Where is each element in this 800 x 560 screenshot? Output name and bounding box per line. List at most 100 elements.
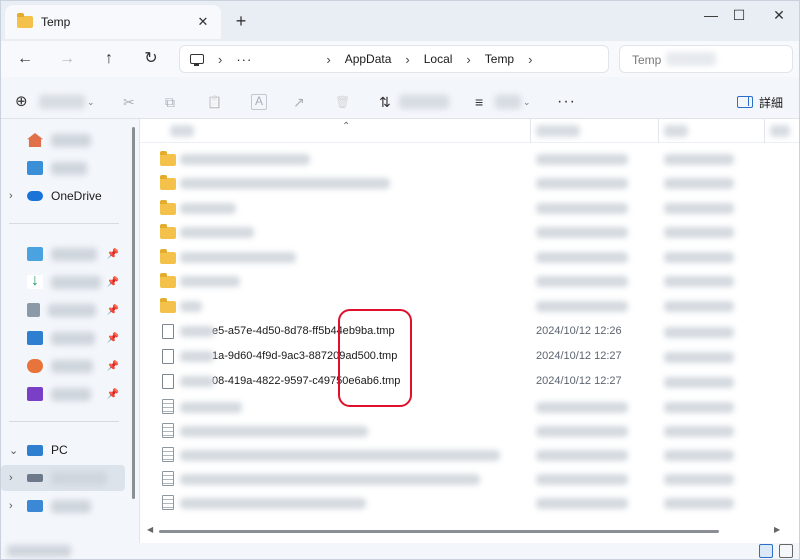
list-item[interactable] <box>140 443 790 467</box>
file-icon <box>162 374 174 389</box>
scroll-left-icon[interactable]: ◀ <box>147 525 153 534</box>
breadcrumb-appdata[interactable]: AppData <box>345 52 392 66</box>
sidebar-label-blurred <box>51 359 93 373</box>
maximize-button[interactable]: ☐ <box>719 1 759 31</box>
rename-button[interactable]: A <box>251 94 267 110</box>
copy-button[interactable]: ⧉ <box>165 91 175 113</box>
pin-icon[interactable]: 📌 <box>107 305 119 316</box>
expand-chevron-icon[interactable]: › <box>9 190 27 202</box>
sidebar-item-music[interactable]: 📌 <box>1 353 125 379</box>
forward-button[interactable]: → <box>55 47 79 71</box>
list-item[interactable] <box>140 147 790 171</box>
sort-ascending-icon: ⌃ <box>342 121 351 132</box>
list-item[interactable] <box>140 269 790 293</box>
address-bar[interactable]: › ··· › AppData › Local › Temp › <box>179 45 609 73</box>
list-item[interactable] <box>140 491 790 515</box>
view-button[interactable]: ≡ <box>475 91 483 113</box>
column-separator[interactable] <box>530 119 531 143</box>
pin-icon[interactable]: 📌 <box>107 249 119 260</box>
details-view-button[interactable] <box>759 544 773 558</box>
pin-icon[interactable]: 📌 <box>107 389 119 400</box>
tab-title: Temp <box>41 15 71 29</box>
new-label-blurred <box>39 95 85 109</box>
list-item[interactable] <box>140 220 790 244</box>
list-item[interactable] <box>140 294 790 318</box>
horizontal-scrollbar[interactable] <box>159 530 719 533</box>
column-header-date[interactable] <box>536 125 580 137</box>
refresh-button[interactable]: ↻ <box>139 47 163 71</box>
sidebar-item-desktop[interactable]: 📌 <box>1 241 125 267</box>
folder-icon <box>160 200 176 215</box>
more-options-button[interactable]: ··· <box>557 91 576 113</box>
list-item[interactable]: e5-a57e-4d50-8d78-ff5b44eb9ba.tmp 2024/1… <box>140 320 790 344</box>
divider <box>9 223 119 224</box>
chevron-down-icon: ⌄ <box>87 97 95 107</box>
new-button[interactable]: ⊕ <box>15 91 28 113</box>
breadcrumb-temp[interactable]: Temp <box>485 52 514 66</box>
sidebar-item-gallery[interactable] <box>1 155 125 181</box>
delete-button[interactable]: 🗑 <box>335 91 350 113</box>
list-item[interactable]: 08-419a-4822-9597-c49750e6ab6.tmp 2024/1… <box>140 370 790 394</box>
column-header-name[interactable] <box>170 125 194 137</box>
close-window-button[interactable]: ✕ <box>759 1 799 31</box>
sidebar-item-local-disk[interactable]: › <box>1 465 125 491</box>
search-input[interactable]: Temp <box>619 45 793 73</box>
tab-temp[interactable]: Temp ✕ <box>5 5 221 39</box>
pin-icon[interactable]: 📌 <box>107 361 119 372</box>
column-header-size[interactable] <box>770 125 790 137</box>
home-icon <box>27 133 43 147</box>
text-file-icon <box>162 495 174 510</box>
cut-button[interactable]: ✂ <box>123 91 135 113</box>
sidebar-label-blurred <box>51 471 107 485</box>
details-button[interactable]: 詳細 <box>759 94 783 111</box>
list-item[interactable] <box>140 245 790 269</box>
chevron-down-icon[interactable]: ⌄ <box>9 444 27 457</box>
breadcrumb-overflow[interactable]: ··· <box>236 52 252 67</box>
picture-icon <box>27 331 43 345</box>
sidebar-item-videos[interactable]: 📌 <box>1 381 125 407</box>
list-item[interactable] <box>140 419 790 443</box>
folder-icon <box>160 298 176 313</box>
sidebar-scrollbar[interactable] <box>132 127 135 499</box>
list-item[interactable] <box>140 171 790 195</box>
file-date: 2024/10/12 12:27 <box>536 375 622 387</box>
paste-button[interactable]: 📋 <box>207 91 222 113</box>
download-icon: ↓ <box>27 273 43 289</box>
up-button[interactable]: ↑ <box>97 47 121 71</box>
sidebar-item-network[interactable]: › <box>1 493 125 519</box>
folder-icon <box>160 273 176 288</box>
sidebar-item-onedrive[interactable]: › OneDrive <box>1 183 125 209</box>
breadcrumb-local[interactable]: Local <box>424 52 453 66</box>
column-separator[interactable] <box>658 119 659 143</box>
sidebar-label-blurred <box>48 303 96 317</box>
monitor-icon <box>190 54 204 66</box>
new-tab-button[interactable]: + <box>231 11 251 31</box>
sidebar-label-blurred <box>51 331 95 345</box>
sidebar-item-pc[interactable]: ⌄ PC <box>1 437 125 463</box>
title-bar: Temp ✕ + — ☐ ✕ <box>1 1 799 41</box>
pin-icon[interactable]: 📌 <box>107 333 119 344</box>
text-file-icon <box>162 447 174 462</box>
share-button[interactable]: ↗ <box>293 91 305 113</box>
column-header-type[interactable] <box>664 125 688 137</box>
sidebar-item-documents[interactable]: 📌 <box>1 297 125 323</box>
list-item[interactable] <box>140 467 790 491</box>
pin-icon[interactable]: 📌 <box>107 277 119 288</box>
expand-chevron-icon[interactable]: › <box>9 500 27 512</box>
back-button[interactable]: ← <box>13 47 37 71</box>
list-item[interactable] <box>140 196 790 220</box>
file-date: 2024/10/12 12:27 <box>536 350 622 362</box>
tiles-view-button[interactable] <box>779 544 793 558</box>
column-separator[interactable] <box>764 119 765 143</box>
sidebar-item-home[interactable] <box>1 127 125 153</box>
address-row: ← → ↑ ↻ › ··· › AppData › Local › Temp ›… <box>1 41 799 77</box>
list-item[interactable]: 1a-9d60-4f9d-9ac3-887209ad500.tmp 2024/1… <box>140 345 790 369</box>
sidebar-item-pictures[interactable]: 📌 <box>1 325 125 351</box>
list-item[interactable] <box>140 395 790 419</box>
scroll-right-icon[interactable]: ▶ <box>774 525 780 534</box>
expand-chevron-icon[interactable]: › <box>9 472 27 484</box>
close-tab-button[interactable]: ✕ <box>193 12 213 32</box>
sidebar-label-blurred <box>51 161 87 175</box>
sort-button[interactable]: ⇅ <box>379 91 391 113</box>
sidebar-item-downloads[interactable]: ↓ 📌 <box>1 269 125 295</box>
